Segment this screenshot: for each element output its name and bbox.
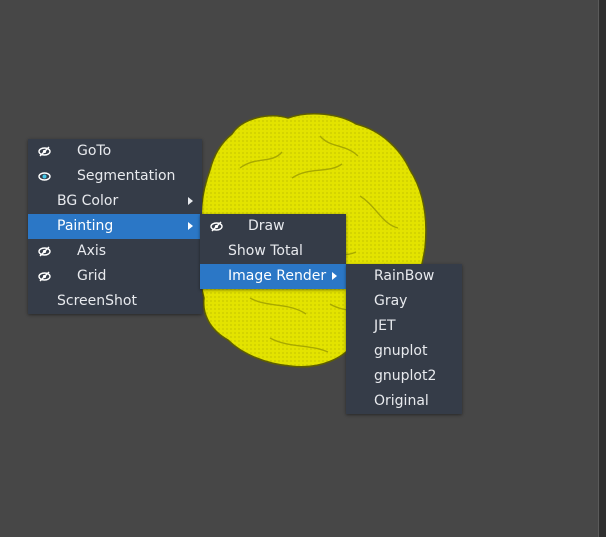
menu-item-label: Draw	[248, 218, 285, 234]
menu-item-label: ScreenShot	[57, 293, 137, 309]
menu-item-axis[interactable]: Axis	[28, 239, 202, 264]
menu-item-grid[interactable]: Grid	[28, 264, 202, 289]
menu-item-image-render[interactable]: Image Render	[200, 264, 346, 289]
menu-item-label: gnuplot2	[374, 368, 437, 384]
menu-item-label: Axis	[77, 243, 107, 259]
context-menu: GoTo Segmentation BG Color Painting Axis	[28, 139, 202, 314]
menu-item-label: Segmentation	[77, 168, 176, 184]
menu-item-goto[interactable]: GoTo	[28, 139, 202, 164]
menu-item-original[interactable]: Original	[346, 389, 462, 414]
eye-slashed-icon	[209, 214, 223, 239]
eye-slashed-icon	[37, 239, 51, 264]
menu-item-screenshot[interactable]: ScreenShot	[28, 289, 202, 314]
menu-item-gray[interactable]: Gray	[346, 289, 462, 314]
menu-item-gnuplot2[interactable]: gnuplot2	[346, 364, 462, 389]
panel-splitter[interactable]	[598, 0, 606, 537]
eye-slashed-icon	[37, 264, 51, 289]
eye-icon	[37, 164, 51, 189]
menu-item-draw[interactable]: Draw	[200, 214, 346, 239]
menu-item-label: JET	[374, 318, 396, 334]
menu-item-gnuplot[interactable]: gnuplot	[346, 339, 462, 364]
menu-item-segmentation[interactable]: Segmentation	[28, 164, 202, 189]
submenu-arrow-icon	[188, 222, 193, 230]
menu-item-label: Gray	[374, 293, 408, 309]
image-render-submenu: RainBow Gray JET gnuplot gnuplot2 Origin…	[346, 264, 462, 414]
menu-item-bg-color[interactable]: BG Color	[28, 189, 202, 214]
menu-item-label: RainBow	[374, 268, 435, 284]
menu-item-rainbow[interactable]: RainBow	[346, 264, 462, 289]
menu-item-label: gnuplot	[374, 343, 428, 359]
submenu-arrow-icon	[332, 272, 337, 280]
painting-submenu: Draw Show Total Image Render	[200, 214, 346, 289]
menu-item-label: Original	[374, 393, 429, 409]
eye-slashed-icon	[37, 139, 51, 164]
menu-item-label: Image Render	[228, 268, 327, 284]
render-viewport[interactable]: GoTo Segmentation BG Color Painting Axis	[0, 0, 598, 537]
menu-item-painting[interactable]: Painting	[28, 214, 202, 239]
menu-item-jet[interactable]: JET	[346, 314, 462, 339]
menu-item-label: Painting	[57, 218, 114, 234]
menu-item-show-total[interactable]: Show Total	[200, 239, 346, 264]
menu-item-label: GoTo	[77, 143, 112, 159]
menu-item-label: Show Total	[228, 243, 303, 259]
submenu-arrow-icon	[188, 197, 193, 205]
menu-item-label: BG Color	[57, 193, 119, 209]
menu-item-label: Grid	[77, 268, 107, 284]
